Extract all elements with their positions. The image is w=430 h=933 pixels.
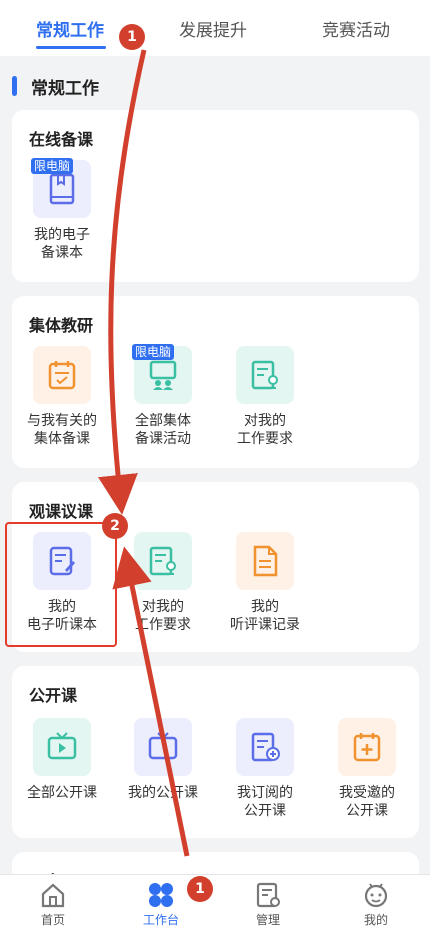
item-label: 对我的 工作要求 xyxy=(237,413,293,447)
card-online-prep: 在线备课 限电脑 我的电子 备课本 xyxy=(12,110,419,282)
item-label: 我的公开课 xyxy=(128,785,198,801)
top-tab-bar: 常规工作 发展提升 竞赛活动 xyxy=(0,0,430,56)
item-my-public-class[interactable]: 我的公开课 xyxy=(113,718,213,802)
active-tab-indicator xyxy=(36,46,106,49)
item-label: 全部公开课 xyxy=(27,785,97,801)
book-icon: 限电脑 xyxy=(31,158,91,218)
item-subscribed-public-class[interactable]: 我订阅的 公开课 xyxy=(215,718,315,820)
bottom-nav: 首页 工作台 管理 我的 xyxy=(0,874,430,933)
item-work-requirements[interactable]: 对我的 工作要求 xyxy=(215,346,315,448)
tv-icon xyxy=(134,718,192,776)
card-title: 观课议课 xyxy=(29,502,94,521)
calendar-icon xyxy=(33,346,91,404)
tab-development[interactable]: 发展提升 xyxy=(179,16,247,41)
nav-label: 管理 xyxy=(255,913,280,927)
card-group-research: 集体教研 与我有关的 集体备课 限电脑 全部集体 备课活动 对我的 工作要求 xyxy=(12,296,419,468)
tab-competition[interactable]: 竞赛活动 xyxy=(322,16,390,41)
certificate-icon xyxy=(134,532,192,590)
item-invited-public-class[interactable]: 我受邀的 公开课 xyxy=(317,718,417,820)
item-all-public-class[interactable]: 全部公开课 xyxy=(12,718,112,802)
tab-routine-work[interactable]: 常规工作 xyxy=(36,16,104,41)
section-header: 常规工作 xyxy=(12,74,99,99)
step-marker-2: 2 xyxy=(102,513,128,539)
document-icon xyxy=(236,532,294,590)
pc-only-badge: 限电脑 xyxy=(31,158,74,174)
item-all-group-prep[interactable]: 限电脑 全部集体 备课活动 xyxy=(113,344,213,448)
nav-label: 首页 xyxy=(40,913,65,927)
card-title: 集体教研 xyxy=(29,316,94,335)
section-title: 常规工作 xyxy=(31,78,99,99)
highlight-box xyxy=(5,522,117,647)
subscribe-doc-icon xyxy=(236,718,294,776)
item-my-review-records[interactable]: 我的 听评课记录 xyxy=(215,532,315,634)
item-label: 我的电子 备课本 xyxy=(34,227,90,261)
item-observe-work-requirements[interactable]: 对我的 工作要求 xyxy=(113,532,213,634)
nav-home[interactable]: 首页 xyxy=(13,879,93,928)
item-label: 我的 听评课记录 xyxy=(230,599,300,633)
manage-icon xyxy=(228,879,308,911)
nav-label: 工作台 xyxy=(142,913,179,927)
tv-play-icon xyxy=(33,718,91,776)
certificate-icon xyxy=(236,346,294,404)
calendar-plus-icon xyxy=(338,718,396,776)
item-label: 全部集体 备课活动 xyxy=(135,413,191,447)
card-title: 公开课 xyxy=(29,686,78,705)
item-label: 我受邀的 公开课 xyxy=(339,785,395,819)
card-public-class: 公开课 全部公开课 我的公开课 我订阅的 公开课 我受邀的 公开课 xyxy=(12,666,419,838)
item-label: 与我有关的 集体备课 xyxy=(27,413,97,447)
card-title: 在线备课 xyxy=(29,130,94,149)
pc-only-badge: 限电脑 xyxy=(132,344,175,360)
item-label: 对我的 工作要求 xyxy=(135,599,191,633)
nav-label: 我的 xyxy=(363,913,388,927)
presentation-group-icon: 限电脑 xyxy=(132,344,192,404)
nav-profile[interactable]: 我的 xyxy=(336,879,416,928)
section-accent-bar xyxy=(12,76,17,96)
step-marker-1-top: 1 xyxy=(119,24,145,50)
item-label: 我订阅的 公开课 xyxy=(237,785,293,819)
nav-manage[interactable]: 管理 xyxy=(228,879,308,928)
item-my-e-prep-book[interactable]: 限电脑 我的电子 备课本 xyxy=(12,158,112,262)
profile-icon xyxy=(336,879,416,911)
step-marker-1-bottom: 1 xyxy=(187,876,213,902)
item-related-group-prep[interactable]: 与我有关的 集体备课 xyxy=(12,346,112,448)
home-icon xyxy=(13,879,93,911)
